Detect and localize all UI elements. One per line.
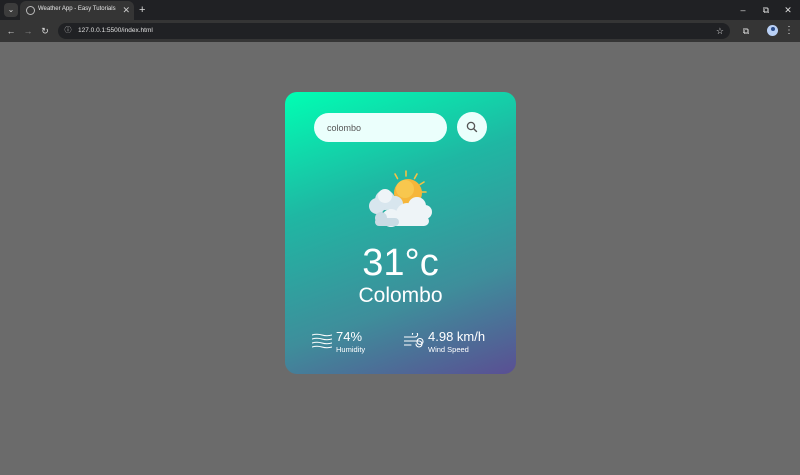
minimize-button[interactable]: – bbox=[735, 3, 751, 17]
back-button[interactable]: ← bbox=[4, 24, 18, 38]
temperature: 31°c bbox=[362, 242, 439, 284]
browser-menu-icon[interactable]: ⋮ bbox=[784, 24, 794, 38]
bookmark-star-icon[interactable]: ☆ bbox=[716, 25, 724, 37]
globe-icon bbox=[26, 6, 35, 15]
wind-speed-label: Wind Speed bbox=[428, 345, 469, 354]
chevron-down-icon: ⌄ bbox=[7, 5, 15, 14]
sun-behind-clouds-icon bbox=[369, 170, 432, 227]
reload-icon: ↻ bbox=[41, 26, 49, 36]
url-text[interactable]: 127.0.0.1:5500/index.html bbox=[78, 27, 153, 34]
weather-card: 31°c Colombo 74% Humidity 4.98 km/h Wind… bbox=[285, 92, 516, 374]
browser-toolbar: ← → ↻ ⓘ 127.0.0.1:5500/index.html ☆ ⧉ ⋮ bbox=[0, 20, 800, 42]
close-tab-icon[interactable]: ✕ bbox=[122, 4, 130, 16]
city-search-input[interactable] bbox=[314, 113, 447, 142]
arrow-right-icon: → bbox=[23, 26, 33, 36]
tab-list-button[interactable]: ⌄ bbox=[4, 3, 18, 17]
forward-button[interactable]: → bbox=[21, 24, 35, 38]
tab-title: Weather App - Easy Tutorials bbox=[38, 6, 116, 12]
humidity-value: 74% bbox=[336, 329, 363, 344]
plus-icon: + bbox=[139, 4, 146, 16]
browser-tabstrip: ⌄ Weather App - Easy Tutorials ✕ + – ⧉ ✕ bbox=[0, 0, 800, 20]
city-name: Colombo bbox=[358, 284, 443, 307]
humidity-label: Humidity bbox=[336, 345, 366, 354]
arrow-left-icon: ← bbox=[6, 26, 16, 36]
search-button[interactable] bbox=[457, 112, 487, 142]
browser-tab[interactable]: Weather App - Easy Tutorials ✕ bbox=[20, 1, 134, 20]
profile-avatar[interactable] bbox=[767, 25, 778, 36]
address-bar[interactable]: ⓘ 127.0.0.1:5500/index.html ☆ bbox=[58, 23, 730, 39]
wind-speed-value: 4.98 km/h bbox=[428, 329, 486, 344]
humidity-icon bbox=[312, 333, 332, 349]
site-info-icon[interactable]: ⓘ bbox=[63, 26, 73, 36]
close-window-button[interactable]: ✕ bbox=[780, 3, 796, 17]
new-tab-button[interactable]: + bbox=[139, 3, 145, 17]
restore-button[interactable]: ⧉ bbox=[758, 3, 774, 17]
extensions-icon[interactable]: ⧉ bbox=[740, 24, 752, 38]
search-icon bbox=[466, 121, 478, 133]
reload-button[interactable]: ↻ bbox=[38, 24, 52, 38]
wind-icon bbox=[404, 333, 424, 348]
